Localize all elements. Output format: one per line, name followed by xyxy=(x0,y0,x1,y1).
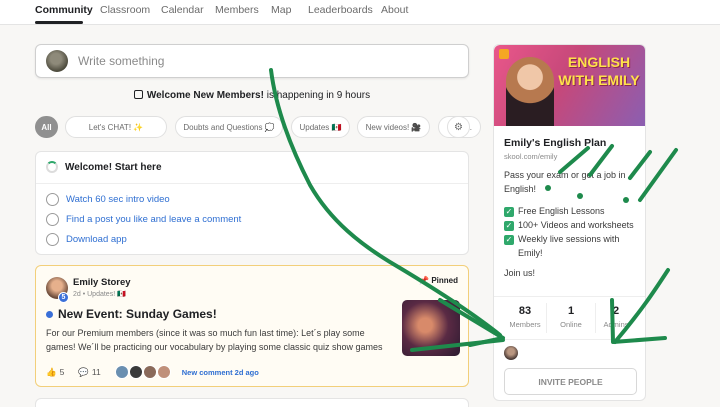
checklist-task[interactable]: Download app xyxy=(46,233,127,246)
tab-map[interactable]: Map xyxy=(271,4,291,16)
tab-calendar[interactable]: Calendar xyxy=(161,4,204,16)
banner-text: ENGLISH WITH EMILY xyxy=(558,54,640,88)
progress-ring-icon xyxy=(46,161,58,173)
comment-icon[interactable]: 💬 xyxy=(78,367,89,378)
post-author[interactable]: Emily Storey xyxy=(73,277,131,288)
feature-item: ✓ Free English Lessons xyxy=(504,205,639,219)
pinned-label: 📌 Pinned xyxy=(419,276,458,285)
banner-sticker xyxy=(499,49,509,59)
commenter-avatar xyxy=(156,365,171,379)
like-icon[interactable]: 👍 xyxy=(46,367,57,378)
event-time: is happening in 9 hours xyxy=(263,90,371,101)
calendar-icon xyxy=(133,90,143,99)
top-nav: Community Classroom Calendar Members Map… xyxy=(0,0,720,25)
check-icon: ✓ xyxy=(504,235,514,245)
post-title-text[interactable]: New Event: Sunday Games! xyxy=(58,307,217,321)
join-text: Join us! xyxy=(504,268,536,278)
post-meta: 2d • Updates! 🇲🇽 xyxy=(73,291,126,298)
post-thumbnail[interactable] xyxy=(402,300,460,356)
stat-admins[interactable]: 2 Admins xyxy=(591,305,641,329)
next-post-card[interactable] xyxy=(35,398,469,407)
unchecked-circle-icon[interactable] xyxy=(46,193,59,206)
pinned-post[interactable]: 5 Emily Storey 2d • Updates! 🇲🇽 📌 Pinned… xyxy=(35,265,469,387)
stat-online[interactable]: 1 Online xyxy=(546,305,596,329)
commenter-avatar xyxy=(142,365,157,379)
feature-item: ✓ 100+ Videos and worksheets xyxy=(504,219,639,233)
pinned-text: Pinned xyxy=(431,276,458,285)
event-title[interactable]: Welcome New Members! xyxy=(147,90,264,101)
event-announcement[interactable]: Welcome New Members! is happening in 9 h… xyxy=(35,90,469,101)
unchecked-circle-icon[interactable] xyxy=(46,213,59,226)
feature-text: Free English Lessons xyxy=(518,206,605,216)
level-badge: 5 xyxy=(58,292,69,303)
divider xyxy=(494,339,645,340)
composer-placeholder[interactable]: Write something xyxy=(78,54,164,68)
checklist-task[interactable]: Watch 60 sec intro video xyxy=(46,193,170,206)
divider xyxy=(36,183,468,184)
members-count: 83 xyxy=(518,305,532,317)
filter-new-videos[interactable]: New videos! 🎥 xyxy=(357,116,430,138)
feature-text: Weekly live sessions with Emily! xyxy=(518,234,620,258)
commenter-avatar xyxy=(114,365,129,379)
feature-item: ✓ Weekly live sessions with Emily! xyxy=(504,233,639,260)
online-member-avatar[interactable] xyxy=(504,346,518,360)
checklist-task[interactable]: Find a post you like and leave a comment xyxy=(46,213,241,226)
post-title[interactable]: New Event: Sunday Games! xyxy=(46,307,217,321)
divider xyxy=(494,296,645,297)
check-icon: ✓ xyxy=(504,221,514,231)
post-composer[interactable]: Write something xyxy=(35,44,469,78)
task-label[interactable]: Download app xyxy=(66,234,127,245)
active-tab-indicator xyxy=(35,21,83,24)
new-comment-link[interactable]: New comment 2d ago xyxy=(182,368,259,377)
filter-updates[interactable]: Updates 🇲🇽 xyxy=(291,116,350,138)
online-label: Online xyxy=(560,320,582,329)
unchecked-circle-icon[interactable] xyxy=(46,233,59,246)
tab-classroom[interactable]: Classroom xyxy=(100,4,150,16)
tab-leaderboards[interactable]: Leaderboards xyxy=(308,4,373,16)
comment-count: 11 xyxy=(91,367,101,377)
group-description: Pass your exam or get a job in English! xyxy=(504,170,626,194)
checklist-header: Welcome! Start here xyxy=(46,161,162,173)
user-avatar xyxy=(46,50,68,72)
filter-doubts[interactable]: Doubts and Questions 💭 xyxy=(175,116,283,138)
checklist-title: Welcome! Start here xyxy=(65,161,162,173)
tab-community[interactable]: Community xyxy=(35,4,93,16)
onboarding-checklist: Welcome! Start here Watch 60 sec intro v… xyxy=(35,151,469,255)
filter-all[interactable]: All xyxy=(35,116,58,138)
unread-dot xyxy=(46,310,53,318)
tab-members[interactable]: Members xyxy=(215,4,259,16)
task-label[interactable]: Watch 60 sec intro video xyxy=(66,194,170,205)
post-stats: 👍 5 💬 11 New comment 2d ago xyxy=(46,365,262,379)
members-label: Members xyxy=(509,320,541,329)
invite-people-button[interactable]: INVITE PEOPLE xyxy=(504,368,637,395)
tab-about[interactable]: About xyxy=(381,4,408,16)
feature-text: 100+ Videos and worksheets xyxy=(518,220,634,230)
group-url[interactable]: skool.com/emily xyxy=(504,152,557,161)
group-sidebar: ENGLISH WITH EMILY Emily's English Plan … xyxy=(493,44,646,401)
check-icon: ✓ xyxy=(504,207,514,217)
filter-settings-icon[interactable]: ⚙ xyxy=(447,116,470,138)
online-count: 1 xyxy=(567,305,575,317)
filter-lets-chat[interactable]: Let's CHAT! ✨ xyxy=(65,116,167,138)
banner-photo xyxy=(506,57,554,126)
task-label[interactable]: Find a post you like and leave a comment xyxy=(66,214,241,225)
like-count: 5 xyxy=(59,367,65,377)
stat-members[interactable]: 83 Members xyxy=(500,305,550,329)
pin-icon: 📌 xyxy=(419,276,432,285)
commenter-avatar xyxy=(128,365,143,379)
admins-count: 2 xyxy=(612,305,620,317)
group-banner: ENGLISH WITH EMILY xyxy=(494,45,645,126)
group-name: Emily's English Plan xyxy=(504,137,607,149)
admins-label: Admins xyxy=(603,320,629,329)
post-body: For our Premium members (since it was so… xyxy=(46,328,383,352)
